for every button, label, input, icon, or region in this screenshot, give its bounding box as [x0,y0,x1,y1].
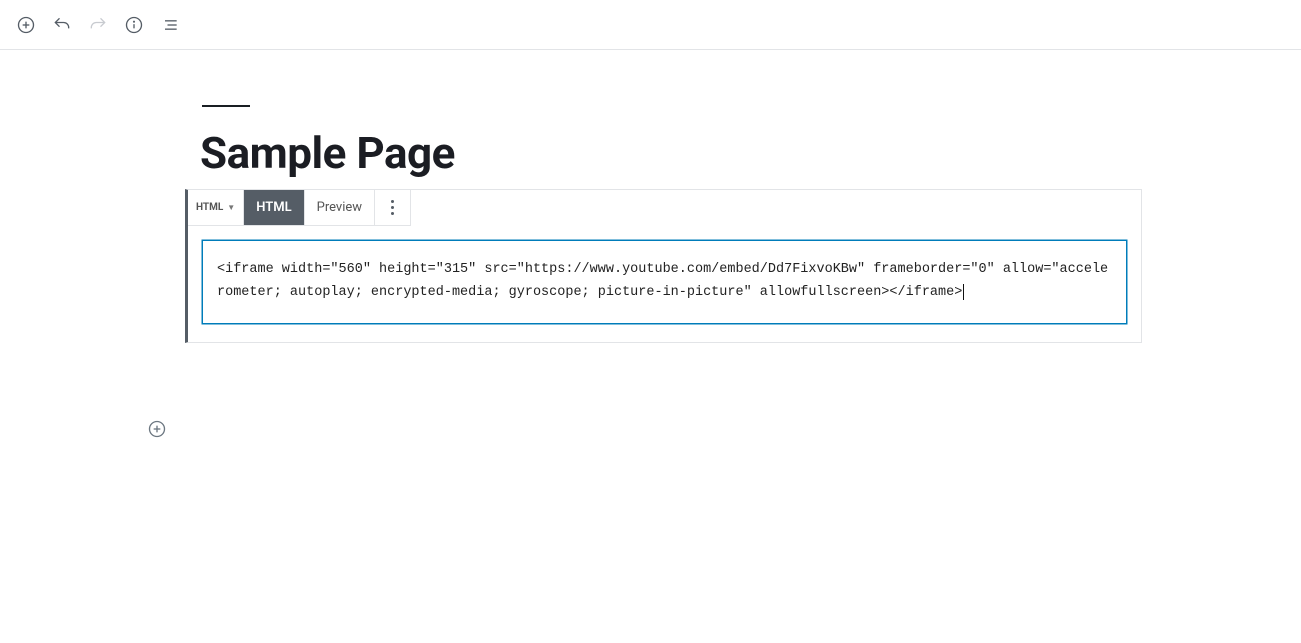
editor-top-toolbar [0,0,1301,50]
title-rule [202,105,250,107]
chevron-down-icon: ▼ [227,203,235,212]
add-block-button[interactable] [8,7,44,43]
text-caret [963,284,964,300]
block-toolbar: HTML ▼ HTML Preview [188,189,411,226]
block-more-options[interactable] [375,190,411,226]
block-navigation-button[interactable] [152,7,188,43]
outline-icon [160,15,180,35]
redo-icon [88,15,108,35]
block-type-label: HTML [196,202,223,213]
undo-button[interactable] [44,7,80,43]
code-text: <iframe width="560" height="315" src="ht… [217,262,1108,300]
plus-circle-icon [147,419,167,439]
editor-content: Sample Page HTML ▼ HTML Preview <iframe … [0,50,1301,343]
add-block-below-button[interactable] [146,418,168,440]
title-block[interactable]: Sample Page [200,105,1142,177]
html-code-input[interactable]: <iframe width="560" height="315" src="ht… [202,240,1127,324]
redo-button [80,7,116,43]
html-block[interactable]: HTML ▼ HTML Preview <iframe width="560" … [185,189,1142,343]
undo-icon [52,15,72,35]
tab-preview[interactable]: Preview [305,190,375,226]
info-icon [124,15,144,35]
tab-html[interactable]: HTML [244,190,304,226]
plus-circle-icon [16,15,36,35]
content-info-button[interactable] [116,7,152,43]
more-vertical-icon [391,200,394,215]
block-type-switcher[interactable]: HTML ▼ [188,190,244,226]
page-title[interactable]: Sample Page [200,129,1142,177]
